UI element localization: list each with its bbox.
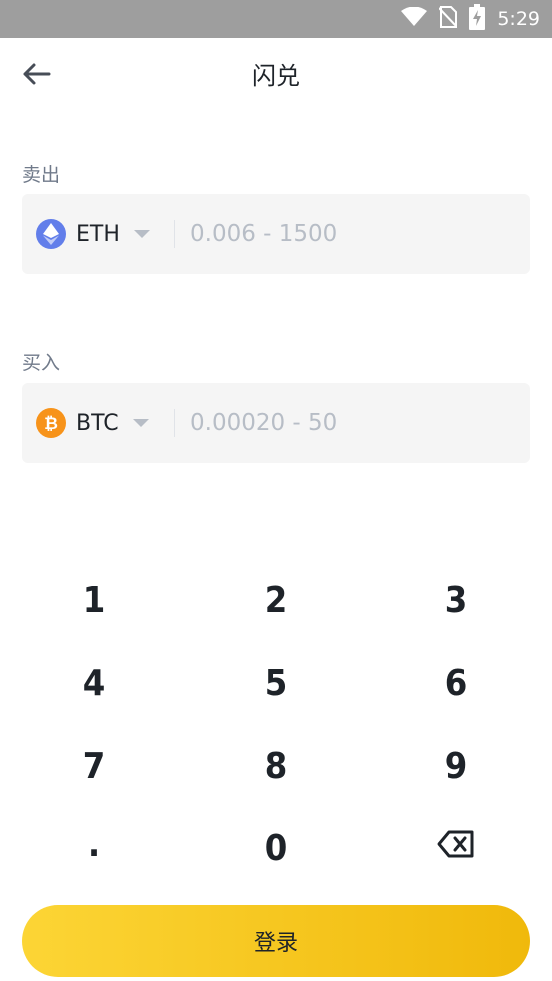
- buy-label: 买入: [22, 352, 61, 374]
- sell-label: 卖出: [22, 164, 61, 186]
- buy-field: ₿ BTC: [22, 383, 530, 463]
- key-6[interactable]: 6: [396, 647, 516, 719]
- divider: [174, 220, 175, 248]
- status-bar: 5:29: [0, 0, 552, 38]
- sell-amount-input[interactable]: [190, 212, 510, 256]
- key-7[interactable]: 7: [34, 730, 154, 802]
- battery-charging-icon: [469, 4, 486, 34]
- buy-coin-name: BTC: [76, 410, 119, 436]
- backspace-key[interactable]: [396, 808, 516, 880]
- key-5[interactable]: 5: [216, 647, 336, 719]
- key-decimal[interactable]: .: [34, 808, 154, 880]
- status-time: 5:29: [497, 8, 540, 30]
- wifi-icon: [401, 6, 428, 31]
- sell-field: ETH: [22, 194, 530, 274]
- divider: [174, 409, 175, 437]
- buy-amount-input[interactable]: [190, 401, 510, 445]
- header: 闪兑: [0, 38, 552, 110]
- key-2[interactable]: 2: [216, 564, 336, 636]
- key-8[interactable]: 8: [216, 730, 336, 802]
- buy-coin-selector[interactable]: ₿ BTC: [36, 383, 149, 463]
- key-9[interactable]: 9: [396, 730, 516, 802]
- key-1[interactable]: 1: [34, 564, 154, 636]
- key-4[interactable]: 4: [34, 647, 154, 719]
- backspace-icon: [437, 830, 474, 858]
- no-sim-icon: [438, 6, 459, 32]
- caret-down-icon: [133, 230, 150, 238]
- key-0[interactable]: 0: [216, 812, 336, 884]
- caret-down-icon: [132, 419, 149, 427]
- svg-text:₿: ₿: [44, 414, 58, 433]
- status-icons: 5:29: [401, 0, 540, 38]
- page-title: 闪兑: [252, 62, 300, 90]
- sell-coin-name: ETH: [76, 221, 120, 247]
- btc-icon: ₿: [36, 408, 66, 438]
- login-button[interactable]: 登录: [22, 905, 530, 977]
- key-3[interactable]: 3: [396, 564, 516, 636]
- eth-icon: [36, 219, 66, 249]
- sell-coin-selector[interactable]: ETH: [36, 194, 150, 274]
